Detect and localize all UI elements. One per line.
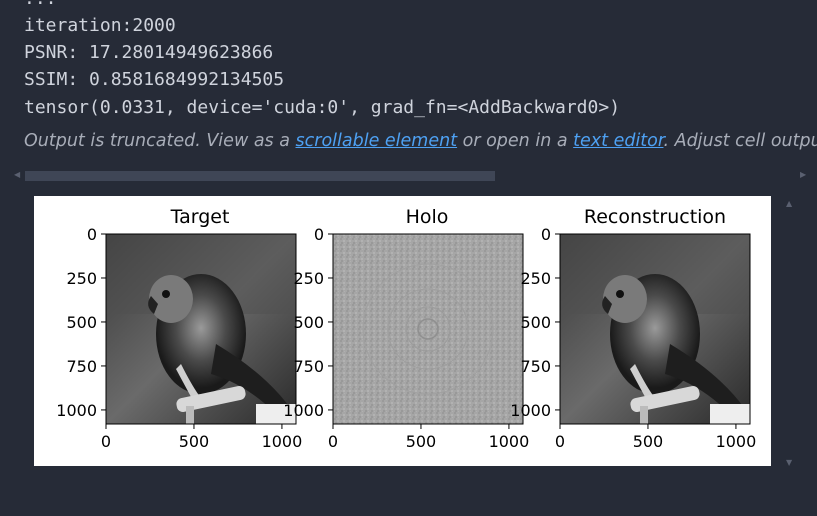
output-tensor: tensor(0.0331, device='cuda:0', grad_fn=… — [24, 97, 621, 118]
y-tick-label: 0 — [314, 225, 324, 244]
output-ellipsis: ... — [24, 0, 57, 10]
x-tick-label: 0 — [101, 432, 111, 451]
panel-title-holo: Holo — [406, 206, 449, 228]
panel-title-reconstruction: Reconstruction — [584, 206, 726, 228]
x-tick-label: 500 — [633, 432, 664, 451]
y-tick-label: 0 — [541, 225, 551, 244]
y-tick-label: 500 — [520, 313, 551, 332]
holo-image — [333, 234, 523, 424]
y-tick-label: 500 — [66, 313, 97, 332]
x-tick-label: 500 — [179, 432, 210, 451]
x-tick-label: 1000 — [716, 432, 757, 451]
y-tick-label: 750 — [293, 357, 324, 376]
truncation-suffix: . Adjust cell output settings... — [663, 131, 817, 151]
x-tick-label: 500 — [406, 432, 437, 451]
y-tick-label: 0 — [87, 225, 97, 244]
truncation-notice: Output is truncated. View as a scrollabl… — [24, 129, 817, 153]
y-tick-label: 250 — [293, 269, 324, 288]
figure-svg: Target Holo Reconstruction 0 250 500 750 100… — [56, 206, 757, 451]
y-tick-label: 1000 — [283, 401, 324, 420]
x-tick-label: 1000 — [262, 432, 303, 451]
text-editor-link[interactable]: text editor — [573, 131, 663, 151]
panel-title-target: Target — [170, 206, 230, 228]
truncation-middle: or open in a — [457, 131, 574, 151]
target-image — [106, 234, 296, 424]
output-figure: Target Holo Reconstruction 0 250 500 750 100… — [34, 196, 771, 466]
scrollable-element-link[interactable]: scrollable element — [296, 131, 458, 151]
output-iteration: iteration:2000 — [24, 15, 176, 36]
truncation-prefix: Output is truncated. View as a — [24, 131, 296, 151]
output-ssim: SSIM: 0.8581684992134505 — [24, 69, 285, 90]
y-tick-label: 1000 — [56, 401, 97, 420]
y-tick-label: 750 — [520, 357, 551, 376]
reconstruction-image — [560, 234, 750, 424]
x-tick-label: 1000 — [489, 432, 530, 451]
y-tick-label: 250 — [520, 269, 551, 288]
horizontal-scrollbar[interactable] — [25, 171, 803, 181]
x-tick-label: 0 — [555, 432, 565, 451]
y-tick-label: 500 — [293, 313, 324, 332]
scroll-up-arrow-icon[interactable]: ▲ — [786, 199, 792, 208]
x-tick-label: 0 — [328, 432, 338, 451]
scroll-right-arrow-icon[interactable]: ▶ — [800, 170, 806, 179]
horizontal-scrollbar-thumb[interactable] — [25, 171, 495, 181]
scroll-down-arrow-icon[interactable]: ▼ — [786, 458, 792, 467]
y-tick-label: 250 — [66, 269, 97, 288]
output-psnr: PSNR: 17.28014949623866 — [24, 42, 274, 63]
y-tick-label: 1000 — [510, 401, 551, 420]
scroll-left-arrow-icon[interactable]: ◀ — [14, 170, 20, 179]
y-tick-label: 750 — [66, 357, 97, 376]
